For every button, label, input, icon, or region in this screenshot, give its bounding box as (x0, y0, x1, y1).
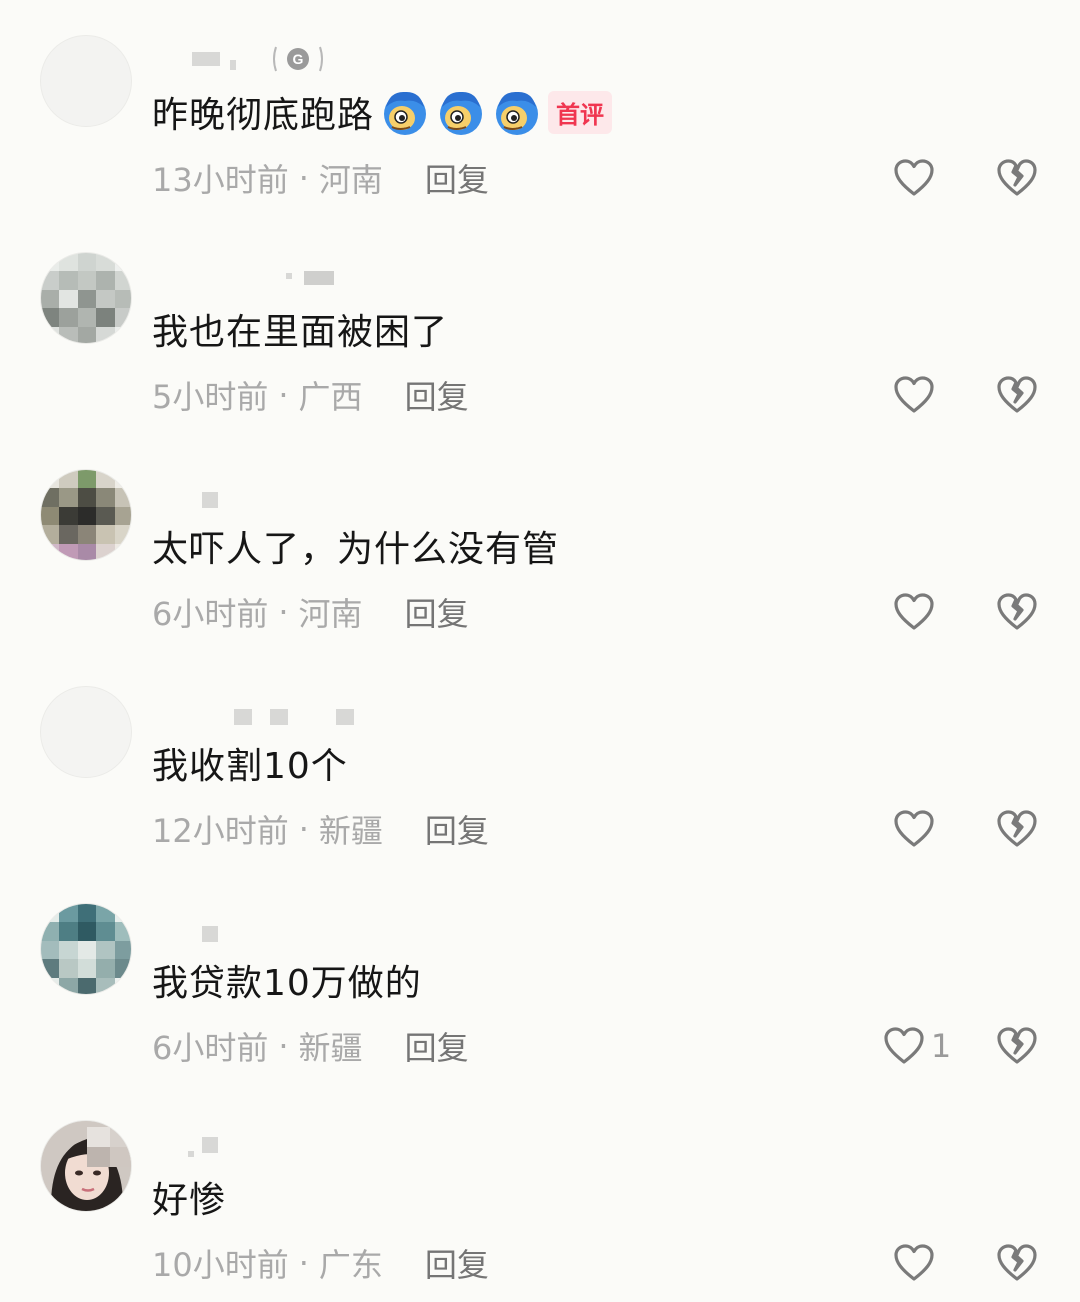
dislike-button[interactable] (994, 806, 1040, 852)
avatar[interactable] (40, 903, 132, 995)
meta-separator: · (278, 593, 289, 631)
like-button[interactable] (872, 589, 962, 635)
like-button[interactable] (872, 155, 962, 201)
like-button[interactable] (872, 372, 962, 418)
heart-outline-icon (894, 376, 934, 413)
comment-item: 我收割10个 12小时前 · 新疆 回复 (0, 651, 1080, 868)
comment-content: 昨晚彻底跑路 首评 (152, 82, 613, 142)
heart-outline-icon (894, 593, 934, 630)
comment-location: 新疆 (298, 1029, 363, 1067)
comment-meta: 6小时前 · 新疆 回复 (152, 1023, 469, 1069)
comment-meta: 6小时前 · 河南 回复 (152, 589, 469, 635)
comment-item: 我也在里面被困了 5小时前 · 广西 回复 (0, 217, 1080, 434)
comment-location: 广西 (298, 378, 363, 416)
blue-hair-face-emoji (496, 91, 539, 135)
comment-text: 我收割10个 (152, 746, 348, 787)
heart-outline-icon (894, 810, 934, 847)
reply-button[interactable]: 回复 (425, 806, 489, 852)
comment-content: 太吓人了，为什么没有管 (152, 516, 559, 576)
reply-button[interactable]: 回复 (425, 155, 489, 201)
comment-location: 河南 (298, 595, 363, 633)
username-redacted[interactable] (152, 689, 412, 729)
avatar[interactable] (40, 35, 132, 127)
broken-heart-icon (997, 376, 1037, 413)
heart-outline-icon (894, 159, 934, 196)
first-comment-badge: 首评 (548, 90, 613, 134)
comment-item: 好惨 10小时前 · 广东 回复 (0, 1085, 1080, 1302)
comment-item: G 昨晚彻底跑路 首评 13小时前 · 河南 回复 (0, 0, 1080, 217)
meta-separator: · (298, 1244, 309, 1282)
dislike-button[interactable] (994, 372, 1040, 418)
dislike-button[interactable] (994, 589, 1040, 635)
comment-content: 我也在里面被困了 (152, 299, 448, 359)
comment-meta: 12小时前 · 新疆 回复 (152, 806, 489, 852)
comment-meta: 10小时前 · 广东 回复 (152, 1240, 489, 1286)
avatar[interactable] (40, 252, 132, 344)
dislike-button[interactable] (994, 1240, 1040, 1286)
meta-separator: · (278, 1027, 289, 1065)
comment-item: 太吓人了，为什么没有管 6小时前 · 河南 回复 (0, 434, 1080, 651)
username-redacted[interactable] (152, 1123, 352, 1163)
broken-heart-icon (997, 593, 1037, 630)
heart-outline-icon (884, 1027, 924, 1064)
comment-time: 10小时前 (152, 1246, 289, 1284)
broken-heart-icon (997, 1244, 1037, 1281)
heart-outline-icon (894, 1244, 934, 1281)
comment-location: 新疆 (318, 812, 383, 850)
comment-text: 我也在里面被困了 (152, 312, 449, 353)
comment-text: 昨晚彻底跑路 (152, 95, 375, 136)
blue-hair-face-emoji (384, 91, 427, 135)
username-redacted[interactable]: G (152, 38, 352, 78)
meta-separator: · (278, 376, 289, 414)
avatar[interactable] (40, 1120, 132, 1212)
comment-time: 12小时前 (152, 812, 289, 850)
comment-content: 我贷款10万做的 (152, 950, 422, 1010)
meta-separator: · (298, 810, 309, 848)
comment-time: 5小时前 (152, 378, 269, 416)
blue-hair-face-emoji (440, 91, 483, 135)
comment-text: 太吓人了，为什么没有管 (152, 529, 560, 570)
comment-content: 我收割10个 (152, 733, 348, 793)
username-redacted[interactable] (152, 906, 352, 946)
like-button[interactable] (872, 1240, 962, 1286)
username-redacted[interactable] (152, 255, 352, 295)
reply-button[interactable]: 回复 (425, 1240, 489, 1286)
like-count: 1 (930, 1027, 952, 1065)
comment-location: 广东 (318, 1246, 383, 1284)
dislike-button[interactable] (994, 155, 1040, 201)
username-redacted[interactable] (152, 472, 352, 512)
reply-button[interactable]: 回复 (405, 589, 469, 635)
g-badge-icon: G (273, 46, 323, 72)
reply-button[interactable]: 回复 (405, 372, 469, 418)
comment-meta: 13小时前 · 河南 回复 (152, 155, 489, 201)
avatar[interactable] (40, 686, 132, 778)
broken-heart-icon (997, 159, 1037, 196)
comment-time: 6小时前 (152, 595, 269, 633)
reply-button[interactable]: 回复 (405, 1023, 469, 1069)
comment-content: 好惨 (152, 1167, 226, 1227)
like-button[interactable]: 1 (872, 1023, 962, 1069)
comment-meta: 5小时前 · 广西 回复 (152, 372, 469, 418)
dislike-button[interactable] (994, 1023, 1040, 1069)
comment-location: 河南 (318, 161, 383, 199)
comment-item: 我贷款10万做的 6小时前 · 新疆 回复 1 (0, 868, 1080, 1085)
like-button[interactable] (872, 806, 962, 852)
comment-text: 好惨 (152, 1180, 227, 1221)
comment-text: 我贷款10万做的 (152, 963, 422, 1004)
broken-heart-icon (997, 810, 1037, 847)
meta-separator: · (298, 159, 309, 197)
svg-text:G: G (293, 51, 304, 67)
avatar[interactable] (40, 469, 132, 561)
broken-heart-icon (997, 1027, 1037, 1064)
comment-time: 6小时前 (152, 1029, 269, 1067)
comment-time: 13小时前 (152, 161, 289, 199)
